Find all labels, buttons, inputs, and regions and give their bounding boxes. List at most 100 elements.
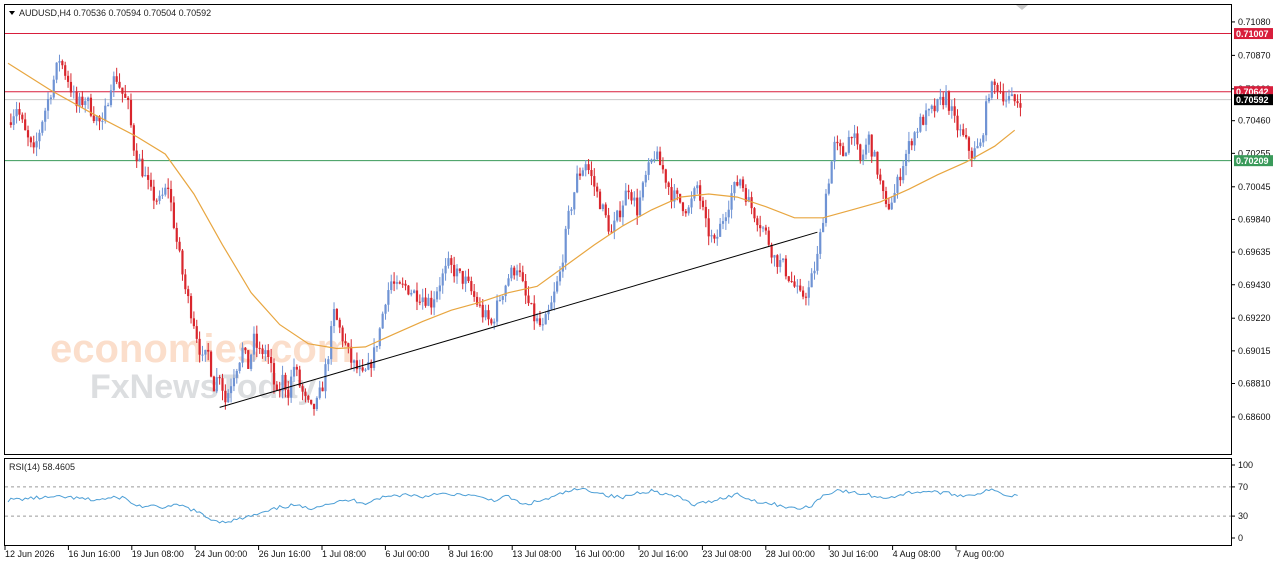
candle-body xyxy=(985,101,988,136)
candle-body xyxy=(541,324,544,326)
candle-body xyxy=(81,96,84,106)
candle-body xyxy=(461,271,464,284)
candle-body xyxy=(255,333,258,348)
candle-body xyxy=(556,281,559,292)
candle-body xyxy=(478,304,481,306)
candle-body xyxy=(756,218,759,226)
candle-body xyxy=(790,281,793,283)
price-tick-label: 0.70460 xyxy=(1238,116,1271,126)
price-tick-label: 0.70045 xyxy=(1238,182,1271,192)
candle-body xyxy=(636,197,639,216)
candle-body xyxy=(301,386,304,392)
candle-body xyxy=(510,267,513,279)
candle-body xyxy=(393,281,396,284)
candle-body xyxy=(21,114,24,120)
candle-body xyxy=(401,283,404,285)
candle-body xyxy=(244,347,247,351)
candle-body xyxy=(670,187,673,202)
candle-body xyxy=(315,397,318,410)
candle-body xyxy=(330,326,333,360)
candle-body xyxy=(567,210,570,229)
candle-body xyxy=(704,206,707,219)
candle-body xyxy=(484,310,487,318)
candle-body xyxy=(616,210,619,221)
price-tick-label: 0.69430 xyxy=(1238,280,1271,290)
candle-body xyxy=(970,150,973,159)
candle-body xyxy=(338,319,341,328)
candle-body xyxy=(856,133,859,145)
candle-body xyxy=(378,328,381,347)
candle-body xyxy=(939,96,942,100)
candle-body xyxy=(922,116,925,125)
time-tick-label: 4 Aug 08:00 xyxy=(893,549,941,559)
candle-body xyxy=(647,162,650,175)
candle-body xyxy=(896,176,899,193)
candle-body xyxy=(550,302,553,310)
candle-body xyxy=(573,192,576,210)
candle-body xyxy=(799,285,802,291)
candle-body xyxy=(287,389,290,398)
candle-body xyxy=(421,297,424,303)
time-tick-label: 20 Jul 16:00 xyxy=(639,549,688,559)
candle-body xyxy=(822,222,825,233)
candle-body xyxy=(736,182,739,186)
candle-body xyxy=(264,350,267,355)
candle-body xyxy=(109,90,113,106)
candle-body xyxy=(501,296,504,300)
candle-body xyxy=(1010,94,1013,97)
candle-body xyxy=(64,65,67,76)
candle-body xyxy=(207,349,210,352)
candle-body xyxy=(684,211,687,214)
candle-body xyxy=(61,61,64,66)
candle-body xyxy=(690,198,693,208)
candle-body xyxy=(770,244,773,258)
candle-body xyxy=(564,228,567,263)
candle-body xyxy=(584,164,587,171)
candle-body xyxy=(590,169,593,177)
candle-body xyxy=(553,291,556,303)
candle-body xyxy=(441,273,444,286)
candle-body xyxy=(513,267,516,276)
candle-body xyxy=(433,299,436,308)
candle-body xyxy=(962,129,965,135)
candle-body xyxy=(833,141,836,162)
candle-body xyxy=(882,180,885,192)
candle-body xyxy=(261,348,264,355)
time-tick-label: 23 Jul 08:00 xyxy=(702,549,751,559)
candle-body xyxy=(258,347,261,349)
candle-body xyxy=(530,303,533,305)
candle-body xyxy=(699,185,702,201)
candle-body xyxy=(404,283,407,286)
candle-body xyxy=(965,134,968,138)
candle-body xyxy=(713,235,716,239)
candle-body xyxy=(930,105,933,109)
candle-body xyxy=(95,116,98,122)
candle-body xyxy=(152,186,155,201)
candle-body xyxy=(676,190,679,194)
candle-body xyxy=(664,169,667,183)
candle-body xyxy=(493,321,496,324)
candle-body xyxy=(55,62,58,80)
candle-body xyxy=(187,289,190,297)
candle-body xyxy=(118,81,121,88)
candle-body xyxy=(947,91,951,111)
candle-body xyxy=(739,179,742,186)
candle-body xyxy=(999,91,1002,93)
candle-body xyxy=(32,142,35,148)
candle-body xyxy=(395,282,399,284)
time-tick-label: 16 Jun 16:00 xyxy=(68,549,120,559)
candle-body xyxy=(458,268,461,272)
candle-body xyxy=(879,174,882,181)
candle-body xyxy=(275,384,278,391)
candle-body xyxy=(827,183,830,194)
candle-body xyxy=(819,232,822,254)
candle-body xyxy=(149,179,153,187)
candle-body xyxy=(72,91,75,93)
candle-body xyxy=(942,96,945,106)
candle-body xyxy=(361,367,364,371)
candle-body xyxy=(907,141,910,154)
candle-body xyxy=(830,161,833,184)
candle-body xyxy=(487,310,490,320)
candle-body xyxy=(904,153,908,167)
candle-body xyxy=(801,290,805,297)
